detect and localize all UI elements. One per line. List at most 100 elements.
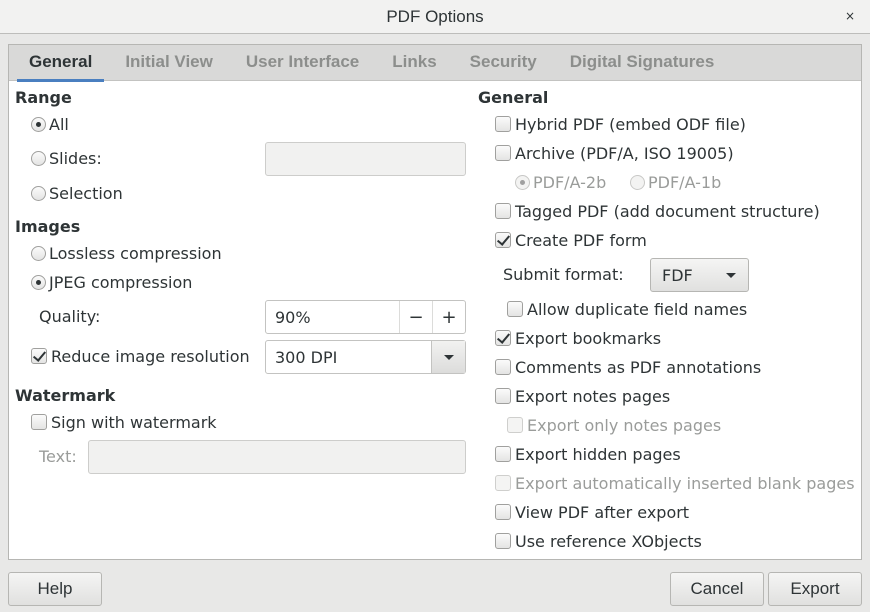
export-only-notes-label: Export only notes pages xyxy=(527,415,722,435)
pdfa-2b-label: PDF/A-2b xyxy=(533,172,607,192)
tab-general[interactable]: General xyxy=(17,45,105,82)
images-heading: Images xyxy=(15,217,81,236)
tagged-pdf-checkbox[interactable] xyxy=(495,203,511,219)
quality-increment-button[interactable]: + xyxy=(432,301,465,333)
export-bookmarks-checkbox[interactable] xyxy=(495,330,511,346)
title-bar: PDF Options × xyxy=(0,0,870,34)
create-form-label: Create PDF form xyxy=(515,230,647,250)
quality-value[interactable]: 90% xyxy=(266,308,399,327)
archive-checkbox[interactable] xyxy=(495,145,511,161)
close-icon[interactable]: × xyxy=(844,9,856,23)
jpeg-option[interactable]: JPEG compression xyxy=(31,271,192,293)
slides-input[interactable] xyxy=(265,142,466,176)
chevron-down-icon xyxy=(726,272,736,278)
export-hidden-option[interactable]: Export hidden pages xyxy=(495,443,681,465)
tagged-pdf-option[interactable]: Tagged PDF (add document structure) xyxy=(495,200,820,222)
chevron-down-icon xyxy=(443,354,454,360)
create-form-option[interactable]: Create PDF form xyxy=(495,229,647,251)
export-hidden-checkbox[interactable] xyxy=(495,446,511,462)
sign-watermark-label: Sign with watermark xyxy=(51,412,217,432)
comments-checkbox[interactable] xyxy=(495,359,511,375)
range-slides-label: Slides: xyxy=(49,148,102,168)
tab-security[interactable]: Security xyxy=(458,45,549,81)
view-after-export-option[interactable]: View PDF after export xyxy=(495,501,689,523)
lossless-option[interactable]: Lossless compression xyxy=(31,242,222,264)
hybrid-pdf-option[interactable]: Hybrid PDF (embed ODF file) xyxy=(495,113,746,135)
reference-xobjects-option[interactable]: Use reference XObjects xyxy=(495,530,702,552)
hybrid-pdf-label: Hybrid PDF (embed ODF file) xyxy=(515,114,746,134)
range-selection-option[interactable]: Selection xyxy=(31,182,123,204)
view-after-export-label: View PDF after export xyxy=(515,502,690,522)
pdfa-1b-radio[interactable] xyxy=(630,174,645,190)
allow-duplicate-checkbox[interactable] xyxy=(507,301,523,317)
reference-xobjects-checkbox[interactable] xyxy=(495,533,511,549)
range-all-label: All xyxy=(49,114,69,134)
create-form-checkbox[interactable] xyxy=(495,232,511,248)
lossless-radio[interactable] xyxy=(31,245,46,261)
export-notes-option[interactable]: Export notes pages xyxy=(495,385,670,407)
reference-xobjects-label: Use reference XObjects xyxy=(515,531,702,551)
comments-option[interactable]: Comments as PDF annotations xyxy=(495,356,761,378)
allow-duplicate-option[interactable]: Allow duplicate field names xyxy=(507,298,747,320)
general-heading: General xyxy=(478,88,549,107)
tab-links[interactable]: Links xyxy=(380,45,448,81)
window-title: PDF Options xyxy=(386,6,484,26)
export-bookmarks-label: Export bookmarks xyxy=(515,328,662,348)
pdfa-2b-option[interactable]: PDF/A-2b xyxy=(515,171,606,193)
tagged-pdf-label: Tagged PDF (add document structure) xyxy=(515,201,820,221)
export-notes-label: Export notes pages xyxy=(515,386,671,406)
tab-bar: General Initial View User Interface Link… xyxy=(9,45,861,82)
allow-duplicate-label: Allow duplicate field names xyxy=(527,299,748,319)
reduce-resolution-checkbox[interactable] xyxy=(31,348,47,364)
submit-format-label: Submit format: xyxy=(503,265,624,284)
submit-format-dropdown[interactable]: FDF xyxy=(650,258,749,292)
reduce-resolution-label: Reduce image resolution xyxy=(51,346,250,366)
export-button[interactable]: Export xyxy=(768,572,862,606)
watermark-text-input[interactable] xyxy=(88,440,466,474)
hybrid-pdf-checkbox[interactable] xyxy=(495,116,511,132)
range-selection-radio[interactable] xyxy=(31,185,46,201)
quality-label: Quality: xyxy=(39,307,101,326)
resolution-dropdown-button[interactable] xyxy=(431,341,465,373)
export-hidden-label: Export hidden pages xyxy=(515,444,681,464)
resolution-value[interactable]: 300 DPI xyxy=(266,348,431,367)
range-selection-label: Selection xyxy=(49,183,123,203)
range-slides-option[interactable]: Slides: xyxy=(31,147,102,169)
watermark-heading: Watermark xyxy=(15,386,116,405)
watermark-text-label: Text: xyxy=(39,447,77,466)
export-blank-label: Export automatically inserted blank page… xyxy=(515,473,855,493)
range-slides-radio[interactable] xyxy=(31,150,46,166)
export-blank-option[interactable]: Export automatically inserted blank page… xyxy=(495,472,855,494)
export-notes-checkbox[interactable] xyxy=(495,388,511,404)
reduce-resolution-option[interactable]: Reduce image resolution xyxy=(31,345,250,367)
pdfa-1b-option[interactable]: PDF/A-1b xyxy=(630,171,721,193)
quality-decrement-button[interactable]: − xyxy=(399,301,432,333)
archive-label: Archive (PDF/A, ISO 19005) xyxy=(515,143,734,163)
tab-digital-signatures[interactable]: Digital Signatures xyxy=(558,45,727,81)
pdfa-1b-label: PDF/A-1b xyxy=(648,172,722,192)
options-notebook: General Initial View User Interface Link… xyxy=(8,44,862,560)
cancel-button[interactable]: Cancel xyxy=(670,572,764,606)
range-heading: Range xyxy=(15,88,72,107)
view-after-export-checkbox[interactable] xyxy=(495,504,511,520)
export-only-notes-option[interactable]: Export only notes pages xyxy=(507,414,721,436)
quality-spinner[interactable]: 90% − + xyxy=(265,300,466,334)
export-bookmarks-option[interactable]: Export bookmarks xyxy=(495,327,661,349)
resolution-combo[interactable]: 300 DPI xyxy=(265,340,466,374)
lossless-label: Lossless compression xyxy=(49,243,222,263)
sign-watermark-option[interactable]: Sign with watermark xyxy=(31,411,217,433)
pdfa-2b-radio[interactable] xyxy=(515,174,530,190)
range-all-radio[interactable] xyxy=(31,116,46,132)
archive-option[interactable]: Archive (PDF/A, ISO 19005) xyxy=(495,142,734,164)
jpeg-radio[interactable] xyxy=(31,274,46,290)
export-only-notes-checkbox[interactable] xyxy=(507,417,523,433)
submit-format-value: FDF xyxy=(662,265,693,285)
comments-label: Comments as PDF annotations xyxy=(515,357,762,377)
range-all-option[interactable]: All xyxy=(31,113,69,135)
jpeg-label: JPEG compression xyxy=(49,272,193,292)
sign-watermark-checkbox[interactable] xyxy=(31,414,47,430)
tab-initial-view[interactable]: Initial View xyxy=(113,45,225,81)
tab-user-interface[interactable]: User Interface xyxy=(234,45,371,81)
help-button[interactable]: Help xyxy=(8,572,102,606)
export-blank-checkbox[interactable] xyxy=(495,475,511,491)
